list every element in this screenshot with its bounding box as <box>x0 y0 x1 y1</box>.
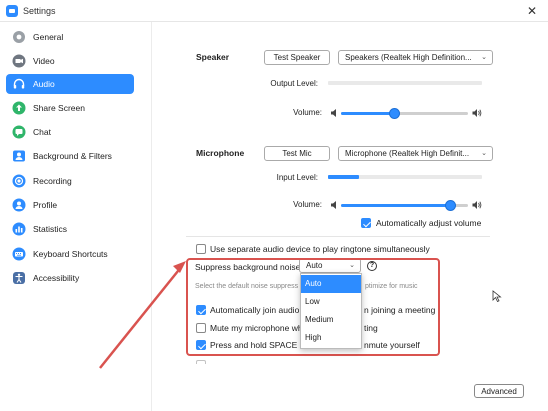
sidebar-item-general[interactable]: General <box>6 27 134 47</box>
section-divider <box>186 236 490 237</box>
sidebar-item-label: Keyboard Shortcuts <box>33 249 108 259</box>
speaker-volume-label: Volume: <box>293 108 322 117</box>
output-level-label: Output Level: <box>270 79 318 88</box>
dropdown-option-medium[interactable]: Medium <box>301 311 361 329</box>
sidebar-item-label: Video <box>33 56 55 66</box>
mouse-cursor-icon <box>492 290 502 302</box>
share-screen-icon <box>12 101 26 115</box>
sidebar-item-label: Audio <box>33 79 55 89</box>
advanced-button[interactable]: Advanced <box>474 384 524 398</box>
volume-high-icon <box>472 201 482 209</box>
accessibility-icon <box>13 272 25 284</box>
title-bar: Settings ✕ <box>0 0 548 22</box>
close-button[interactable]: ✕ <box>524 3 540 19</box>
chat-bubble-icon <box>12 125 26 139</box>
sidebar-item-label: General <box>33 32 64 42</box>
volume-low-icon <box>331 201 336 209</box>
sidebar-item-background-filters[interactable]: Background & Filters <box>6 146 134 166</box>
mic-volume-label: Volume: <box>293 200 322 209</box>
sidebar-item-label: Background & Filters <box>33 151 112 161</box>
sidebar-item-statistics[interactable]: Statistics <box>6 219 134 239</box>
zoom-app-icon <box>6 5 18 17</box>
sidebar-item-audio[interactable]: Audio <box>6 74 134 94</box>
sidebar-item-profile[interactable]: Profile <box>6 195 134 215</box>
dropdown-option-high[interactable]: High <box>301 329 361 347</box>
test-speaker-button[interactable]: Test Speaker <box>264 50 330 65</box>
sidebar-item-share-screen[interactable]: Share Screen <box>6 98 134 118</box>
profile-icon <box>12 198 26 212</box>
auto-adjust-volume-label: Automatically adjust volume <box>376 218 482 228</box>
auto-adjust-volume-checkbox[interactable] <box>361 218 371 228</box>
headphones-icon <box>13 78 25 89</box>
volume-low-icon <box>331 109 336 117</box>
mic-volume-thumb[interactable] <box>445 200 457 211</box>
microphone-device-value: Microphone (Realtek High Definit... <box>345 149 470 158</box>
sidebar-item-video[interactable]: Video <box>6 51 134 71</box>
speaker-section-title: Speaker <box>196 52 230 62</box>
microphone-device-select[interactable]: Microphone (Realtek High Definit... ⌄ <box>338 146 493 161</box>
mic-volume-slider[interactable] <box>341 200 468 211</box>
dropdown-option-auto[interactable]: Auto <box>301 275 361 293</box>
input-level-meter <box>328 175 482 179</box>
sidebar-item-label: Share Screen <box>33 103 85 113</box>
test-mic-button[interactable]: Test Mic <box>264 146 330 161</box>
output-level-meter <box>328 81 482 85</box>
sidebar: General Video Audio Share Screen Chat Ba… <box>0 22 152 411</box>
partial-checkbox[interactable] <box>196 360 206 364</box>
speaker-volume-slider[interactable] <box>341 108 468 119</box>
sidebar-item-recording[interactable]: Recording <box>6 171 134 191</box>
sidebar-item-keyboard-shortcuts[interactable]: Keyboard Shortcuts <box>6 244 134 264</box>
sidebar-item-label: Recording <box>33 176 72 186</box>
suppress-noise-dropdown: Auto Low Medium High <box>300 273 362 349</box>
person-background-icon <box>13 150 25 162</box>
record-icon <box>12 174 26 188</box>
sidebar-item-label: Chat <box>33 127 51 137</box>
video-camera-icon <box>12 54 26 68</box>
gear-icon <box>13 31 25 43</box>
dropdown-option-low[interactable]: Low <box>301 293 361 311</box>
input-level-label: Input Level: <box>276 173 318 182</box>
speaker-volume-thumb[interactable] <box>389 108 401 119</box>
mic-volume-fill <box>341 204 451 207</box>
separate-audio-device-label: Use separate audio device to play ringto… <box>210 244 430 254</box>
statistics-icon <box>12 222 26 236</box>
window-title: Settings <box>23 6 56 16</box>
keyboard-icon <box>12 247 26 261</box>
chevron-down-icon: ⌄ <box>481 150 487 157</box>
sidebar-item-label: Profile <box>33 200 58 210</box>
sidebar-item-label: Accessibility <box>33 273 80 283</box>
separate-audio-device-checkbox[interactable] <box>196 244 206 254</box>
sidebar-item-accessibility[interactable]: Accessibility <box>6 268 134 288</box>
speaker-device-value: Speakers (Realtek High Definition... <box>345 53 472 62</box>
speaker-volume-fill <box>341 112 395 115</box>
chevron-down-icon: ⌄ <box>481 54 487 61</box>
volume-high-icon <box>472 109 482 117</box>
sidebar-item-chat[interactable]: Chat <box>6 122 134 142</box>
microphone-section-title: Microphone <box>196 148 245 158</box>
sidebar-item-label: Statistics <box>33 224 68 234</box>
speaker-device-select[interactable]: Speakers (Realtek High Definition... ⌄ <box>338 50 493 65</box>
input-level-fill <box>328 175 359 179</box>
